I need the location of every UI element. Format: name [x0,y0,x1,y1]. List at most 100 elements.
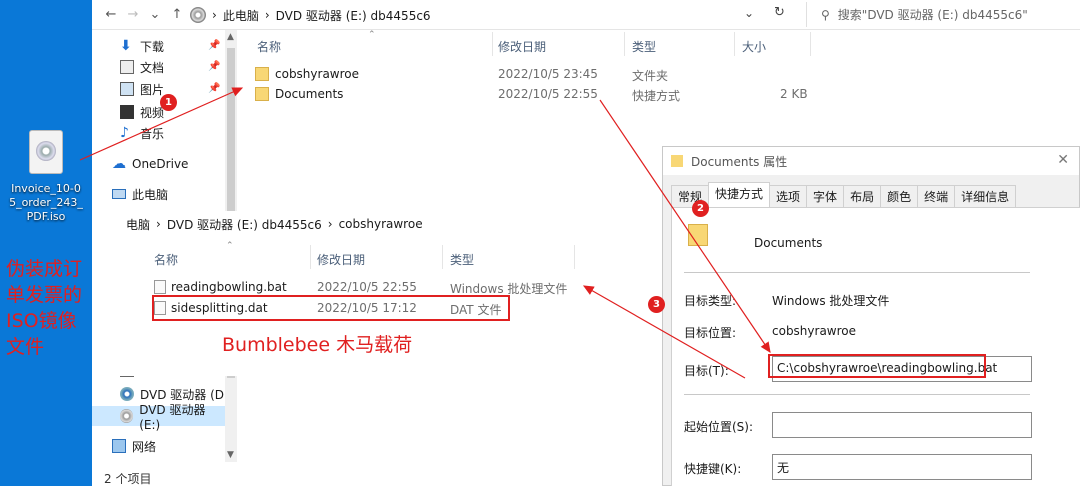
column-divider[interactable] [442,245,443,269]
divider [684,394,1030,395]
breadcrumb-dvd-drive[interactable]: DVD 驱动器 (E:) db4455c6 [167,216,322,233]
column-divider[interactable] [810,32,811,56]
documents-icon [120,60,134,74]
sidebar-item-this-pc[interactable]: 此电脑 [112,184,168,204]
properties-dialog: Documents 属性 ✕ 常规 快捷方式 选项 字体 布局 颜色 终端 详细… [662,146,1080,486]
breadcrumb-dvd-drive[interactable]: DVD 驱动器 (E:) db4455c6 [276,7,431,24]
search-input[interactable]: ⚲ 搜索"DVD 驱动器 (E:) db4455c6" [806,2,1080,27]
column-header-modified[interactable]: 修改日期 [498,38,546,55]
videos-icon [120,105,134,119]
highlight-payload-file [152,295,510,321]
file-type: 快捷方式 [632,89,681,103]
shortcut-folder-icon [255,87,269,101]
column-divider[interactable] [310,245,311,269]
column-header-type[interactable]: 类型 [450,251,474,268]
refresh-icon[interactable]: ↻ [774,5,785,20]
file-row[interactable]: readingbowling.bat [154,278,287,296]
tab-details[interactable]: 详细信息 [954,185,1017,207]
sort-arrow-icon: ⌃ [368,30,376,40]
sidebar-item-dvd-e[interactable]: DVD 驱动器 (E:) [92,403,225,432]
sidebar-item-pictures[interactable]: 图片 [120,79,164,99]
status-bar-count: 2 个项目 [104,472,152,486]
recent-locations-icon[interactable]: ⌄ [144,7,166,22]
cloud-icon: ☁ [112,156,126,172]
sidebar-item-videos[interactable]: 视频 [120,102,164,122]
file-row[interactable]: cobshyrawroe [255,65,359,83]
step-marker-1: 1 [160,94,177,111]
sidebar-item-documents[interactable]: 文档 [120,57,164,77]
iso-filename: Invoice_10-05_order_243_PDF.iso [9,182,83,223]
file-modified: 2022/10/5 22:55 [498,87,598,101]
tab-shortcut[interactable]: 快捷方式 [708,182,771,207]
step-marker-2: 2 [692,200,709,217]
sidebar-item-onedrive[interactable]: ☁ OneDrive [112,154,188,174]
sort-arrow-icon: ⌃ [226,241,234,251]
breadcrumb-separator: › [264,8,270,22]
pictures-icon [120,82,134,96]
pin-icon[interactable]: 📌 [208,40,220,51]
sidebar-item-network[interactable]: 网络 [112,436,156,456]
column-divider[interactable] [734,32,735,56]
dialog-title-bar: Documents 属性 [663,147,1079,175]
dvd-icon [120,387,134,401]
dvd-icon [120,409,134,423]
pin-icon[interactable]: 📌 [208,61,220,72]
forward-arrow-icon[interactable]: → [122,7,144,22]
payload-annotation: Bumblebee 木马载荷 [222,334,413,356]
search-placeholder: 搜索"DVD 驱动器 (E:) db4455c6" [837,8,1028,22]
shortcut-tab-panel: Documents 目标类型: Windows 批处理文件 目标位置: cobs… [671,207,1080,486]
sidebar-item-downloads[interactable]: ⬇ 下载 [120,36,164,56]
breadcrumb-this-pc[interactable]: 此电脑 [223,7,259,24]
hotkey-label: 快捷键(K): [684,462,742,476]
file-size: 2 KB [780,87,808,101]
column-header-name[interactable]: 名称 [154,251,178,268]
close-icon[interactable]: ✕ [1057,152,1069,168]
back-arrow-icon[interactable]: ← [100,7,122,22]
search-icon: ⚲ [821,7,830,22]
folder-icon [255,67,269,81]
iso-annotation: 伪装成订单发票的ISO镜像文件 [6,258,83,358]
address-bar[interactable]: › 此电脑 › DVD 驱动器 (E:) db4455c6 [190,3,800,27]
up-arrow-icon[interactable]: ↑ [166,7,188,22]
network-icon [112,439,126,453]
column-divider[interactable] [492,32,493,56]
music-icon: ♪ [120,125,129,141]
hotkey-field[interactable]: 无 [772,454,1032,480]
target-location-value: cobshyrawroe [772,324,857,338]
scroll-up-icon[interactable]: ▲ [227,32,234,42]
pin-icon[interactable]: 📌 [208,83,220,94]
subfolder-breadcrumb[interactable]: 电脑 › DVD 驱动器 (E:) db4455c6 › cobshyrawro… [120,211,423,237]
disc-image-icon [29,130,63,174]
breadcrumb-separator: › [327,217,333,231]
tab-options[interactable]: 选项 [769,185,808,207]
dialog-title: Documents 属性 [691,154,788,169]
sidebar-item-music[interactable]: ♪ 音乐 [120,123,164,143]
column-header-modified[interactable]: 修改日期 [317,251,365,268]
breadcrumb-separator: › [212,8,217,22]
file-type: 文件夹 [632,69,669,83]
column-divider[interactable] [624,32,625,56]
tab-colors[interactable]: 颜色 [880,185,919,207]
scroll-down-icon[interactable]: ▼ [227,450,234,460]
file-modified: 2022/10/5 23:45 [498,67,598,81]
address-dropdown-icon[interactable]: ⌄ [744,6,754,20]
batch-file-icon [154,280,166,294]
column-divider[interactable] [574,245,575,269]
tab-layout[interactable]: 布局 [843,185,882,207]
tab-font[interactable]: 字体 [806,185,845,207]
start-in-field[interactable] [772,412,1032,438]
computer-icon [112,189,126,199]
download-icon: ⬇ [120,38,132,54]
column-header-size[interactable]: 大小 [742,38,766,55]
column-header-type[interactable]: 类型 [632,38,656,55]
shortcut-name: Documents [754,236,823,250]
breadcrumb-pc[interactable]: 电脑 [126,216,150,233]
breadcrumb-separator: › [156,217,161,231]
breadcrumb-folder[interactable]: cobshyrawroe [339,217,423,231]
tab-terminal[interactable]: 终端 [917,185,956,207]
column-header-name[interactable]: 名称 [257,38,281,55]
iso-desktop-icon[interactable]: Invoice_10-05_order_243_PDF.iso [8,130,84,224]
file-row[interactable]: Documents [255,85,343,103]
step-marker-3: 3 [648,296,665,313]
divider [684,272,1030,273]
